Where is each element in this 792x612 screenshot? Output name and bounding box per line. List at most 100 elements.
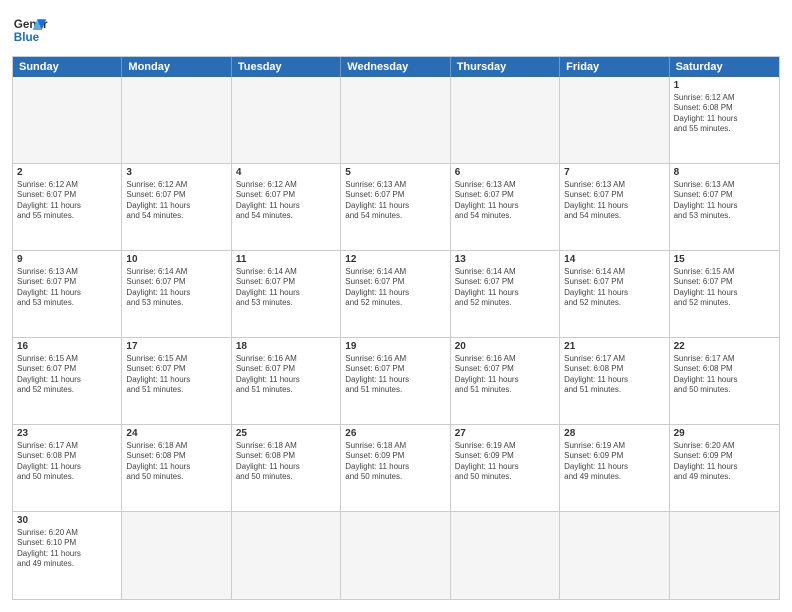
week-row-5: 30Sunrise: 6:20 AM Sunset: 6:10 PM Dayli… xyxy=(13,512,779,599)
day-cell: 6 Sunrise: 6:13 AM Sunset: 6:07 PM Daylig… xyxy=(451,164,560,250)
day-cell: 17Sunrise: 6:15 AM Sunset: 6:07 PM Dayli… xyxy=(122,338,231,424)
day-cell: 8 Sunrise: 6:13 AM Sunset: 6:07 PM Daylig… xyxy=(670,164,779,250)
day-cell: 19Sunrise: 6:16 AM Sunset: 6:07 PM Dayli… xyxy=(341,338,450,424)
day-info: Sunrise: 6:13 AM Sunset: 6:07 PM Dayligh… xyxy=(345,180,445,222)
day-info: Sunrise: 6:17 AM Sunset: 6:08 PM Dayligh… xyxy=(564,354,664,396)
day-number: 18 xyxy=(236,341,336,352)
day-cell: 13 Sunrise: 6:14 AM Sunset: 6:07 PM Dayli… xyxy=(451,251,560,337)
week-row-0: 1Sunrise: 6:12 AM Sunset: 6:08 PM Daylig… xyxy=(13,77,779,164)
day-cell xyxy=(451,77,560,163)
day-cell xyxy=(670,512,779,599)
day-number: 13 xyxy=(455,254,555,265)
svg-text:Blue: Blue xyxy=(14,31,40,44)
day-number: 10 xyxy=(126,254,226,265)
day-number: 3 xyxy=(126,167,226,178)
day-info: Sunrise: 6:20 AM Sunset: 6:10 PM Dayligh… xyxy=(17,528,117,570)
day-info: Sunrise: 6:12 AM Sunset: 6:07 PM Dayligh… xyxy=(236,180,336,222)
day-cell xyxy=(560,512,669,599)
day-number: 28 xyxy=(564,428,664,439)
day-cell: 18Sunrise: 6:16 AM Sunset: 6:07 PM Dayli… xyxy=(232,338,341,424)
day-info: Sunrise: 6:16 AM Sunset: 6:07 PM Dayligh… xyxy=(455,354,555,396)
day-cell: 16Sunrise: 6:15 AM Sunset: 6:07 PM Dayli… xyxy=(13,338,122,424)
day-info: Sunrise: 6:20 AM Sunset: 6:09 PM Dayligh… xyxy=(674,441,775,483)
day-number: 2 xyxy=(17,167,117,178)
day-number: 12 xyxy=(345,254,445,265)
day-number: 8 xyxy=(674,167,775,178)
day-info: Sunrise: 6:18 AM Sunset: 6:09 PM Dayligh… xyxy=(345,441,445,483)
day-cell xyxy=(232,77,341,163)
day-number: 16 xyxy=(17,341,117,352)
day-header-thursday: Thursday xyxy=(451,57,560,77)
day-info: Sunrise: 6:12 AM Sunset: 6:08 PM Dayligh… xyxy=(674,93,775,135)
day-info: Sunrise: 6:12 AM Sunset: 6:07 PM Dayligh… xyxy=(126,180,226,222)
day-info: Sunrise: 6:19 AM Sunset: 6:09 PM Dayligh… xyxy=(455,441,555,483)
day-cell: 28Sunrise: 6:19 AM Sunset: 6:09 PM Dayli… xyxy=(560,425,669,511)
day-info: Sunrise: 6:17 AM Sunset: 6:08 PM Dayligh… xyxy=(674,354,775,396)
day-header-sunday: Sunday xyxy=(13,57,122,77)
day-number: 25 xyxy=(236,428,336,439)
day-info: Sunrise: 6:18 AM Sunset: 6:08 PM Dayligh… xyxy=(236,441,336,483)
day-info: Sunrise: 6:13 AM Sunset: 6:07 PM Dayligh… xyxy=(455,180,555,222)
logo-icon: General Blue xyxy=(12,12,48,48)
day-cell: 26 Sunrise: 6:18 AM Sunset: 6:09 PM Dayli… xyxy=(341,425,450,511)
day-number: 26 xyxy=(345,428,445,439)
day-cell: 30Sunrise: 6:20 AM Sunset: 6:10 PM Dayli… xyxy=(13,512,122,599)
logo: General Blue xyxy=(12,12,48,48)
day-info: Sunrise: 6:13 AM Sunset: 6:07 PM Dayligh… xyxy=(674,180,775,222)
day-info: Sunrise: 6:12 AM Sunset: 6:07 PM Dayligh… xyxy=(17,180,117,222)
day-cell: 7 Sunrise: 6:13 AM Sunset: 6:07 PM Daylig… xyxy=(560,164,669,250)
day-cell: 20 Sunrise: 6:16 AM Sunset: 6:07 PM Dayli… xyxy=(451,338,560,424)
day-info: Sunrise: 6:17 AM Sunset: 6:08 PM Dayligh… xyxy=(17,441,117,483)
day-cell: 15 Sunrise: 6:15 AM Sunset: 6:07 PM Dayli… xyxy=(670,251,779,337)
header: General Blue xyxy=(12,12,780,48)
day-cell xyxy=(13,77,122,163)
day-header-tuesday: Tuesday xyxy=(232,57,341,77)
week-row-3: 16 Sunrise: 6:15 AM Sunset: 6:07 PM Dayli… xyxy=(13,338,779,425)
day-headers: SundayMondayTuesdayWednesdayThursdayFrid… xyxy=(13,57,779,77)
week-row-1: 2 Sunrise: 6:12 AM Sunset: 6:07 PM Daylig… xyxy=(13,164,779,251)
day-cell xyxy=(122,77,231,163)
day-info: Sunrise: 6:14 AM Sunset: 6:07 PM Dayligh… xyxy=(236,267,336,309)
day-cell xyxy=(232,512,341,599)
week-row-4: 23 Sunrise: 6:17 AM Sunset: 6:08 PM Dayli… xyxy=(13,425,779,512)
day-info: Sunrise: 6:14 AM Sunset: 6:07 PM Dayligh… xyxy=(126,267,226,309)
day-cell: 14 Sunrise: 6:14 AM Sunset: 6:07 PM Dayli… xyxy=(560,251,669,337)
day-cell: 5 Sunrise: 6:13 AM Sunset: 6:07 PM Daylig… xyxy=(341,164,450,250)
day-info: Sunrise: 6:13 AM Sunset: 6:07 PM Dayligh… xyxy=(17,267,117,309)
day-number: 14 xyxy=(564,254,664,265)
day-number: 5 xyxy=(345,167,445,178)
day-number: 21 xyxy=(564,341,664,352)
day-cell: 12Sunrise: 6:14 AM Sunset: 6:07 PM Dayli… xyxy=(341,251,450,337)
day-info: Sunrise: 6:13 AM Sunset: 6:07 PM Dayligh… xyxy=(564,180,664,222)
day-cell: 4Sunrise: 6:12 AM Sunset: 6:07 PM Daylig… xyxy=(232,164,341,250)
day-number: 23 xyxy=(17,428,117,439)
day-header-saturday: Saturday xyxy=(670,57,779,77)
day-info: Sunrise: 6:18 AM Sunset: 6:08 PM Dayligh… xyxy=(126,441,226,483)
day-cell xyxy=(341,77,450,163)
day-cell xyxy=(341,512,450,599)
day-number: 9 xyxy=(17,254,117,265)
day-cell: 23 Sunrise: 6:17 AM Sunset: 6:08 PM Dayli… xyxy=(13,425,122,511)
day-number: 7 xyxy=(564,167,664,178)
day-cell: 21 Sunrise: 6:17 AM Sunset: 6:08 PM Dayli… xyxy=(560,338,669,424)
day-number: 15 xyxy=(674,254,775,265)
page: General Blue SundayMondayTuesdayWednesda… xyxy=(0,0,792,612)
day-number: 22 xyxy=(674,341,775,352)
day-info: Sunrise: 6:15 AM Sunset: 6:07 PM Dayligh… xyxy=(126,354,226,396)
day-number: 11 xyxy=(236,254,336,265)
day-number: 20 xyxy=(455,341,555,352)
day-cell: 2 Sunrise: 6:12 AM Sunset: 6:07 PM Daylig… xyxy=(13,164,122,250)
day-info: Sunrise: 6:15 AM Sunset: 6:07 PM Dayligh… xyxy=(674,267,775,309)
week-row-2: 9 Sunrise: 6:13 AM Sunset: 6:07 PM Daylig… xyxy=(13,251,779,338)
day-cell: 22 Sunrise: 6:17 AM Sunset: 6:08 PM Dayli… xyxy=(670,338,779,424)
day-header-monday: Monday xyxy=(122,57,231,77)
day-cell: 10 Sunrise: 6:14 AM Sunset: 6:07 PM Dayli… xyxy=(122,251,231,337)
day-info: Sunrise: 6:14 AM Sunset: 6:07 PM Dayligh… xyxy=(564,267,664,309)
day-number: 29 xyxy=(674,428,775,439)
day-info: Sunrise: 6:14 AM Sunset: 6:07 PM Dayligh… xyxy=(455,267,555,309)
day-number: 6 xyxy=(455,167,555,178)
day-header-wednesday: Wednesday xyxy=(341,57,450,77)
day-cell: 24Sunrise: 6:18 AM Sunset: 6:08 PM Dayli… xyxy=(122,425,231,511)
calendar-grid: 1Sunrise: 6:12 AM Sunset: 6:08 PM Daylig… xyxy=(13,77,779,599)
day-cell: 27Sunrise: 6:19 AM Sunset: 6:09 PM Dayli… xyxy=(451,425,560,511)
